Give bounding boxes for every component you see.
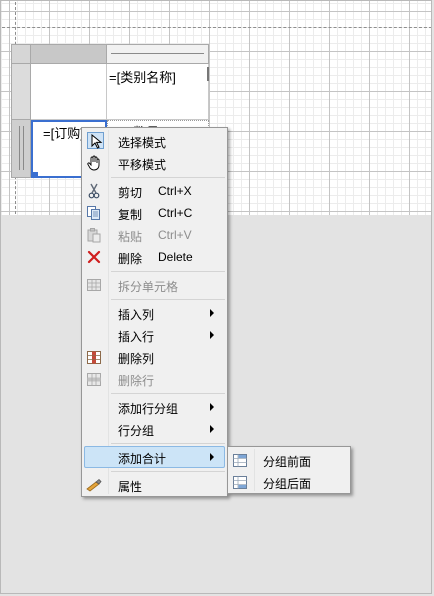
menu-item-shortcut: Ctrl+C bbox=[158, 206, 193, 220]
menu-item-row-group[interactable]: 行分组 bbox=[84, 418, 225, 440]
menu-item-label: 剪切 bbox=[118, 186, 143, 200]
hand-pan-icon bbox=[86, 155, 102, 171]
menu-item-label: 删除列 bbox=[118, 352, 155, 366]
delete-row-icon bbox=[86, 371, 102, 387]
menu-item-properties[interactable]: 属性 bbox=[84, 474, 225, 496]
menu-item-label: 分组后面 bbox=[263, 477, 312, 491]
menu-item-label: 属性 bbox=[118, 480, 143, 494]
menu-item-cut[interactable]: 剪切 Ctrl+X bbox=[84, 180, 225, 202]
total-before-icon bbox=[232, 452, 248, 468]
total-after-icon bbox=[232, 474, 248, 490]
menu-separator bbox=[111, 471, 225, 472]
table-corner-handle[interactable] bbox=[11, 44, 31, 64]
column-handle-2[interactable] bbox=[107, 44, 209, 64]
menu-item-add-total[interactable]: 添加合计 bbox=[84, 446, 225, 468]
submenu-arrow-icon bbox=[210, 425, 214, 433]
menu-item-label: 拆分单元格 bbox=[118, 280, 179, 294]
menu-item-label: 平移模式 bbox=[118, 158, 167, 172]
menu-item-pan-mode[interactable]: 平移模式 bbox=[84, 152, 225, 174]
red-x-delete-icon bbox=[86, 249, 102, 265]
menu-item-label: 分组前面 bbox=[263, 455, 312, 469]
column-handle-1[interactable] bbox=[31, 44, 107, 64]
menu-item-delete[interactable]: 删除 Delete bbox=[84, 246, 225, 268]
row-handle-1[interactable] bbox=[11, 64, 31, 120]
category-expression: =[类别名称] bbox=[109, 70, 176, 85]
menu-item-label: 删除 bbox=[118, 252, 143, 266]
menu-separator bbox=[111, 271, 225, 272]
menu-item-copy[interactable]: 复制 Ctrl+C bbox=[84, 202, 225, 224]
submenu-arrow-icon bbox=[210, 403, 214, 411]
copy-icon bbox=[86, 205, 102, 221]
add-total-submenu: 分组前面 分组后面 bbox=[227, 446, 351, 494]
menu-item-label: 添加行分组 bbox=[118, 402, 179, 416]
menu-item-insert-row[interactable]: 插入行 bbox=[84, 324, 225, 346]
menu-item-shortcut: Ctrl+X bbox=[158, 184, 192, 198]
split-cells-icon bbox=[86, 277, 102, 293]
menu-item-add-row-group[interactable]: 添加行分组 bbox=[84, 396, 225, 418]
paste-icon bbox=[86, 227, 102, 243]
submenu-item-before-group[interactable]: 分组前面 bbox=[230, 449, 348, 471]
properties-icon bbox=[86, 477, 102, 493]
context-menu: 选择模式 平移模式 剪切 Ctrl+X 复制 Ctrl+C 粘贴 Ctrl+V … bbox=[81, 127, 228, 497]
submenu-arrow-icon bbox=[210, 309, 214, 317]
menu-item-delete-column[interactable]: 删除列 bbox=[84, 346, 225, 368]
menu-item-paste[interactable]: 粘贴 Ctrl+V bbox=[84, 224, 225, 246]
menu-item-delete-row[interactable]: 删除行 bbox=[84, 368, 225, 390]
submenu-arrow-icon bbox=[210, 331, 214, 339]
menu-item-label: 选择模式 bbox=[118, 136, 167, 150]
menu-item-shortcut: Delete bbox=[158, 250, 193, 264]
menu-item-label: 复制 bbox=[118, 208, 143, 222]
menu-separator bbox=[111, 443, 225, 444]
table-cell-category[interactable]: =[类别名称] bbox=[107, 64, 209, 120]
menu-item-label: 插入行 bbox=[118, 330, 155, 344]
menu-separator bbox=[111, 393, 225, 394]
page-margin-top bbox=[2, 27, 432, 28]
pointer-arrow-icon bbox=[89, 133, 105, 149]
menu-item-select-mode[interactable]: 选择模式 bbox=[84, 130, 225, 152]
menu-item-label: 行分组 bbox=[118, 424, 155, 438]
menu-item-split-cells[interactable]: 拆分单元格 bbox=[84, 274, 225, 296]
menu-separator bbox=[111, 299, 225, 300]
menu-separator bbox=[111, 177, 225, 178]
menu-item-label: 插入列 bbox=[118, 308, 155, 322]
submenu-item-after-group[interactable]: 分组后面 bbox=[230, 471, 348, 493]
scissors-icon bbox=[86, 183, 102, 199]
menu-item-label: 粘贴 bbox=[118, 230, 143, 244]
order-expression: =[订购] bbox=[43, 126, 84, 141]
table-cell-r1c1[interactable] bbox=[31, 64, 107, 120]
menu-item-label: 删除行 bbox=[118, 374, 155, 388]
delete-column-icon bbox=[86, 349, 102, 365]
row-handle-2[interactable] bbox=[11, 120, 31, 178]
menu-item-shortcut: Ctrl+V bbox=[158, 228, 192, 242]
submenu-arrow-icon bbox=[210, 453, 214, 461]
menu-item-label: 添加合计 bbox=[118, 452, 167, 466]
menu-item-insert-column[interactable]: 插入列 bbox=[84, 302, 225, 324]
